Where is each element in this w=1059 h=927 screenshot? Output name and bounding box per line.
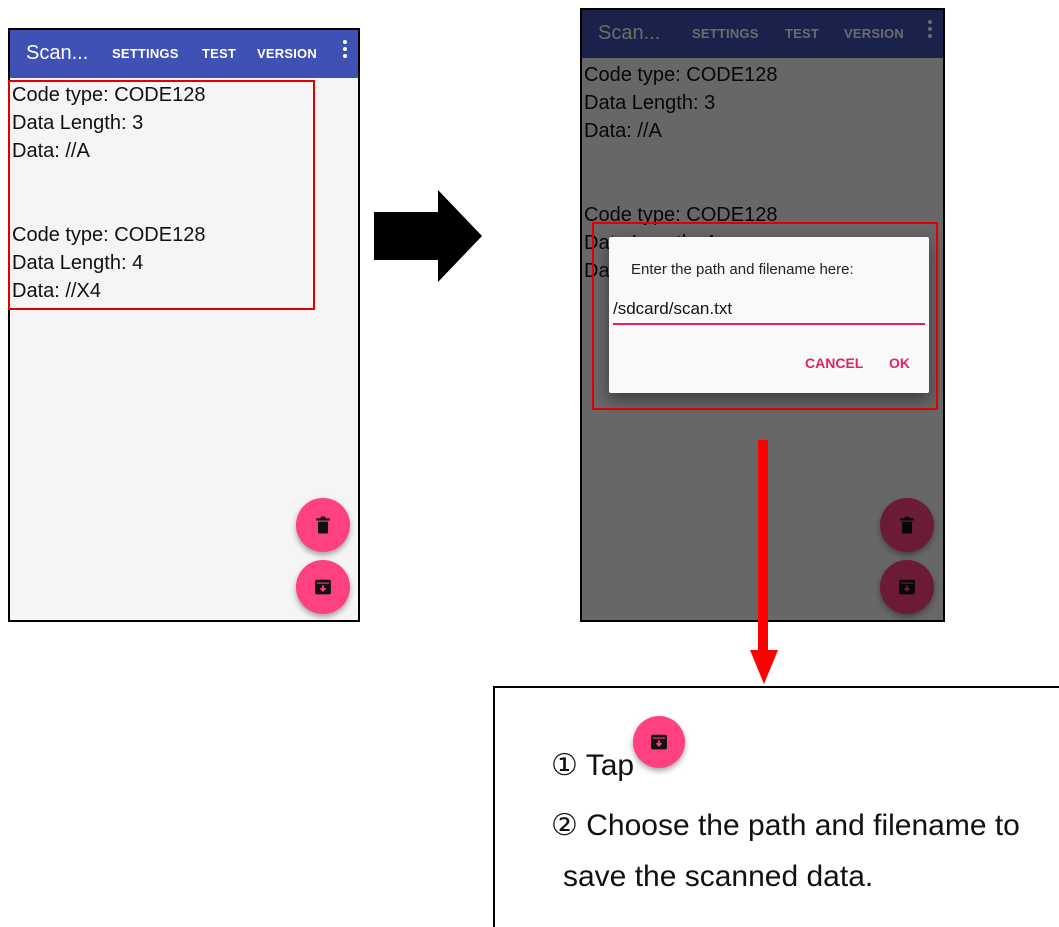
cancel-button[interactable]: CANCEL: [805, 355, 863, 371]
trash-icon: [316, 516, 330, 534]
menu-version[interactable]: VERSION: [257, 46, 317, 61]
result-1-length: Data Length: 3: [12, 112, 144, 134]
app-title: Scan...: [26, 42, 89, 64]
instruction-step-2: ② Choose the path and filename to: [551, 809, 1020, 842]
arrow-down-icon: [750, 440, 778, 684]
result-1-code-type: Code type: CODE128: [12, 84, 206, 106]
result-2-code-type: Code type: CODE128: [12, 224, 206, 246]
phone-screen-before: Scan... SETTINGS TEST VERSION Code type:…: [8, 28, 360, 622]
save-fab[interactable]: [296, 560, 350, 614]
save-path-dialog: Enter the path and filename here: CANCEL…: [609, 237, 929, 393]
result-1-data: Data: //A: [12, 140, 90, 162]
ok-button[interactable]: OK: [889, 355, 910, 371]
instruction-step-2-cont: save the scanned data.: [563, 860, 874, 893]
instruction-box: ① Tap ② Choose the path and filename to …: [493, 686, 1059, 927]
dialog-prompt: Enter the path and filename here:: [631, 261, 854, 278]
app-bar: Scan... SETTINGS TEST VERSION: [10, 30, 358, 78]
arrow-right-icon: [374, 190, 482, 282]
instruction-step-1: ① Tap: [551, 749, 635, 782]
more-vert-icon[interactable]: [342, 40, 348, 61]
save-archive-icon: [315, 579, 331, 595]
result-2-data: Data: //X4: [12, 280, 101, 302]
save-fab-illustration: [633, 716, 685, 768]
menu-test[interactable]: TEST: [202, 46, 236, 61]
save-archive-icon: [651, 734, 667, 750]
result-2-length: Data Length: 4: [12, 252, 144, 274]
path-filename-input[interactable]: [613, 299, 925, 325]
tutorial-canvas: Scan... SETTINGS TEST VERSION Code type:…: [0, 0, 1059, 927]
menu-settings[interactable]: SETTINGS: [112, 46, 179, 61]
delete-fab[interactable]: [296, 498, 350, 552]
